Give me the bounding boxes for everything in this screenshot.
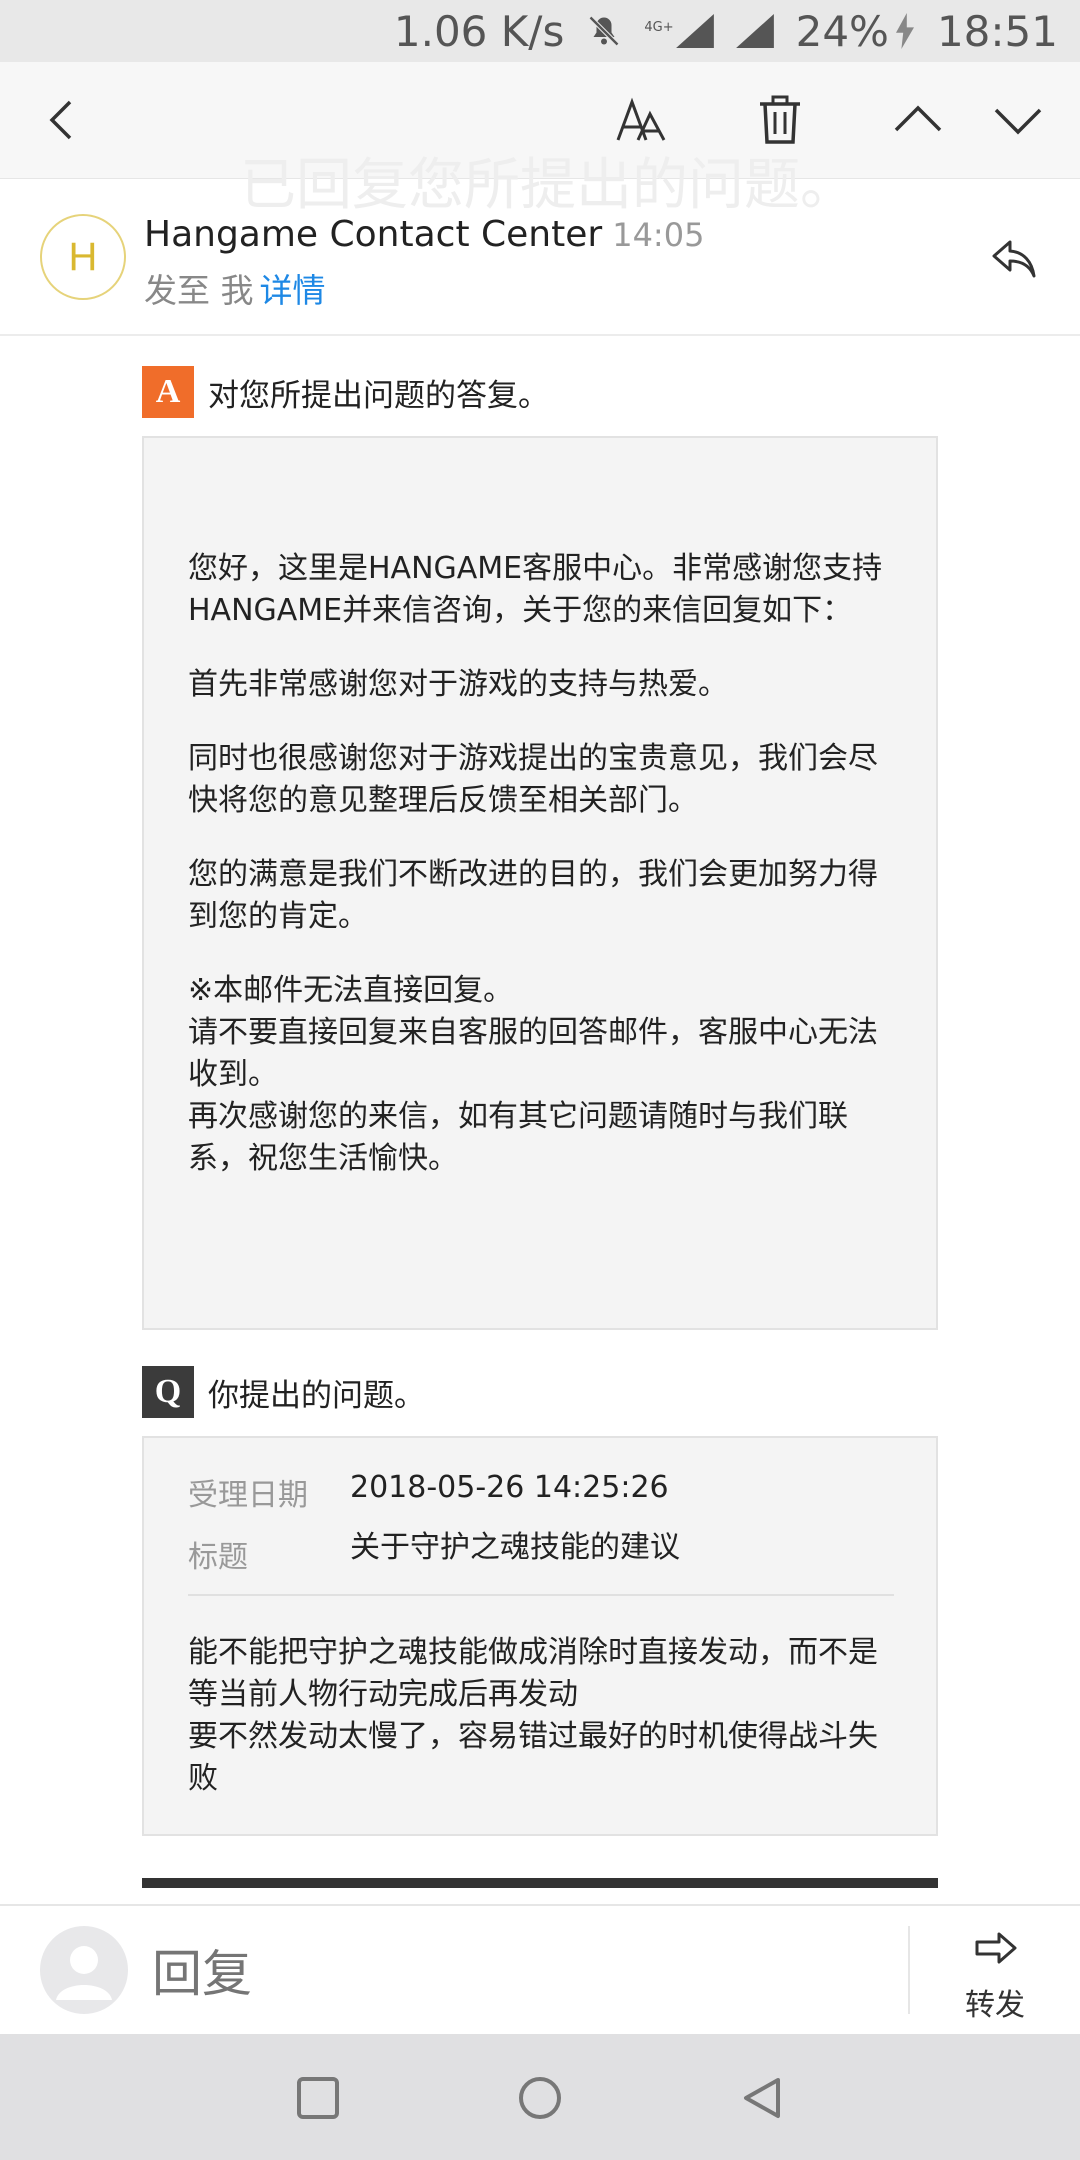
- recipient-text: 发至 我: [144, 271, 254, 310]
- answer-paragraph: 您的满意是我们不断改进的目的，我们会更加努力得到您的肯定。: [188, 857, 878, 934]
- question-badge: Q: [142, 1366, 194, 1418]
- recipient-line: 发至 我详情: [144, 264, 326, 312]
- answer-body: 您好，这里是HANGAME客服中心。非常感谢您支持HANGAME并来信咨询，关于…: [188, 548, 900, 1212]
- mute-icon: [586, 13, 622, 49]
- signal-icon: 4G+: [644, 14, 714, 48]
- answer-heading: A 对您所提出问题的答复。: [142, 366, 549, 418]
- subject-value: 关于守护之魂技能的建议: [350, 1530, 680, 1565]
- reply-input[interactable]: [150, 1944, 854, 2004]
- question-line: 要不然发动太慢了，容易错过最好的时机使得战斗失败: [188, 1719, 878, 1796]
- subject-label: 标题: [188, 1540, 248, 1575]
- answer-badge: A: [142, 366, 194, 418]
- back-nav-icon[interactable]: [738, 2074, 786, 2122]
- sender-avatar: H: [40, 214, 126, 300]
- question-box: 受理日期 2018-05-26 14:25:26 标题 关于守护之魂技能的建议 …: [142, 1436, 938, 1836]
- network-speed: 1.06 K/s: [393, 6, 565, 56]
- system-nav-bar: [0, 2034, 1080, 2160]
- answer-paragraph: 首先非常感谢您对于游戏的支持与热爱。: [188, 667, 728, 702]
- network-type: 4G+: [644, 20, 674, 35]
- notice-line: 再次感谢您的来信，如有其它问题请随时与我们联系，祝您生活愉快。: [188, 1099, 848, 1176]
- date-label: 受理日期: [188, 1478, 308, 1513]
- question-title: 你提出的问题。: [208, 1377, 425, 1414]
- reply-icon[interactable]: [990, 234, 1038, 282]
- previous-icon[interactable]: [888, 90, 948, 150]
- question-body: 能不能把守护之魂技能做成消除时直接发动，而不是等当前人物行动完成后再发动 要不然…: [188, 1632, 900, 1800]
- subject-ghost: 已回复您所提出的问题。: [240, 153, 856, 218]
- divider: [908, 1926, 910, 2014]
- answer-paragraph: 您好，这里是HANGAME客服中心。非常感谢您支持HANGAME并来信咨询，关于…: [188, 551, 883, 628]
- user-avatar: [40, 1926, 128, 2014]
- back-icon[interactable]: [32, 90, 92, 150]
- home-icon[interactable]: [516, 2074, 564, 2122]
- content-end-rule: [142, 1878, 938, 1888]
- reply-bar: 转发: [0, 1904, 1080, 2036]
- forward-label: 转发: [965, 1988, 1025, 2023]
- recents-icon[interactable]: [294, 2074, 342, 2122]
- forward-icon: [971, 1932, 1019, 1978]
- question-line: 能不能把守护之魂技能做成消除时直接发动，而不是等当前人物行动完成后再发动: [188, 1635, 878, 1712]
- next-icon[interactable]: [988, 90, 1048, 150]
- status-bar: 1.06 K/s 4G+ 24% 18:51: [0, 0, 1080, 62]
- clock: 18:51: [936, 6, 1058, 56]
- battery-percent: 24%: [795, 6, 889, 56]
- subject-row: 标题 关于守护之魂技能的建议: [188, 1522, 680, 1576]
- battery-charging-icon: [895, 13, 915, 49]
- divider: [188, 1594, 894, 1596]
- answer-paragraph: 同时也很感谢您对于游戏提出的宝贵意见，我们会尽快将您的意见整理后反馈至相关部门。: [188, 741, 878, 818]
- answer-title: 对您所提出问题的答复。: [208, 377, 549, 414]
- notice-line: 请不要直接回复来自客服的回答邮件，客服中心无法收到。: [188, 1015, 878, 1092]
- question-heading: Q 你提出的问题。: [142, 1366, 425, 1418]
- answer-box: 您好，这里是HANGAME客服中心。非常感谢您支持HANGAME并来信咨询，关于…: [142, 436, 938, 1330]
- signal-icon: [735, 14, 774, 48]
- details-link[interactable]: 详情: [260, 271, 326, 310]
- date-value: 2018-05-26 14:25:26: [350, 1470, 669, 1505]
- notice-line: ※本邮件无法直接回复。: [188, 973, 514, 1008]
- sender-time: 14:05: [612, 216, 705, 254]
- forward-button[interactable]: 转发: [940, 1926, 1050, 2024]
- answer-notice: ※本邮件无法直接回复。 请不要直接回复来自客服的回答邮件，客服中心无法收到。 再…: [188, 970, 900, 1180]
- date-row: 受理日期 2018-05-26 14:25:26: [188, 1470, 669, 1514]
